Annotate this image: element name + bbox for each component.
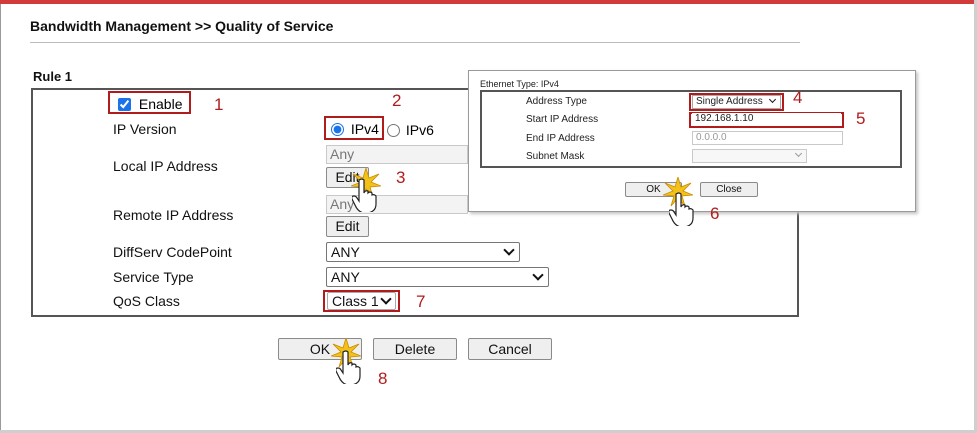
end-ip-input[interactable]: 0.0.0.0 (692, 131, 843, 145)
start-ip-input[interactable]: 192.168.1.10 (692, 113, 841, 126)
ipv4-radio[interactable] (331, 123, 344, 136)
delete-button[interactable]: Delete (373, 338, 457, 360)
chevron-down-icon (532, 269, 544, 281)
qos-class-select[interactable]: Class 1 (327, 292, 396, 310)
start-ip-label: Start IP Address (526, 114, 599, 125)
ipv4-label: IPv4 (350, 121, 379, 137)
annotation-4: 4 (793, 88, 803, 107)
remote-ip-field[interactable]: Any (326, 195, 468, 214)
local-ip-label: Local IP Address (113, 158, 218, 174)
enable-checkbox[interactable] (118, 98, 131, 111)
enable-highlight: Enable (108, 91, 191, 114)
qos-class-label: QoS Class (113, 293, 180, 309)
remote-edit-button[interactable]: Edit (326, 216, 369, 237)
rule-title: Rule 1 (33, 69, 73, 84)
address-type-label: Address Type (526, 96, 587, 107)
ip-version-label: IP Version (113, 121, 177, 137)
address-type-value: Single Address (696, 96, 763, 107)
top-accent-bar (0, 0, 977, 4)
qos-class-value: Class 1 (332, 293, 379, 309)
page-title: Bandwidth Management >> Quality of Servi… (30, 18, 334, 34)
title-divider (30, 42, 800, 43)
chevron-down-icon (503, 244, 515, 256)
cancel-button[interactable]: Cancel (468, 338, 552, 360)
hand-pointer-icon (669, 192, 694, 226)
address-type-select[interactable]: Single Address (692, 95, 781, 109)
hand-pointer-icon (336, 350, 361, 384)
ipv6-label: IPv6 (405, 122, 434, 138)
service-type-label: Service Type (113, 269, 194, 285)
ipv6-radio[interactable] (387, 124, 400, 137)
service-type-value: ANY (331, 269, 360, 285)
enable-label: Enable (138, 96, 183, 112)
ipv4-highlight: IPv4 (324, 116, 384, 140)
chevron-down-icon (380, 293, 392, 305)
local-ip-field[interactable]: Any (326, 145, 468, 164)
annotation-8: 8 (378, 369, 388, 388)
diffserv-label: DiffServ CodePoint (113, 244, 232, 260)
annotation-5: 5 (856, 109, 866, 128)
hand-pointer-icon (352, 178, 377, 212)
annotation-6: 6 (710, 204, 720, 223)
popup-close-button[interactable]: Close (700, 182, 758, 197)
popup-title: Ethernet Type: IPv4 (480, 79, 559, 89)
end-ip-label: End IP Address (526, 133, 595, 144)
annotation-7: 7 (416, 292, 426, 311)
chevron-down-icon (768, 95, 777, 104)
subnet-mask-select[interactable] (692, 149, 807, 163)
chevron-down-icon (794, 149, 803, 158)
annotation-3: 3 (396, 168, 406, 187)
annotation-2: 2 (392, 91, 402, 110)
diffserv-value: ANY (331, 244, 360, 260)
service-type-select[interactable]: ANY (326, 267, 549, 287)
annotation-1: 1 (214, 95, 224, 114)
diffserv-select[interactable]: ANY (326, 242, 520, 262)
ipv6-option: IPv6 (387, 122, 434, 138)
remote-ip-label: Remote IP Address (113, 207, 234, 223)
subnet-mask-label: Subnet Mask (526, 151, 585, 162)
